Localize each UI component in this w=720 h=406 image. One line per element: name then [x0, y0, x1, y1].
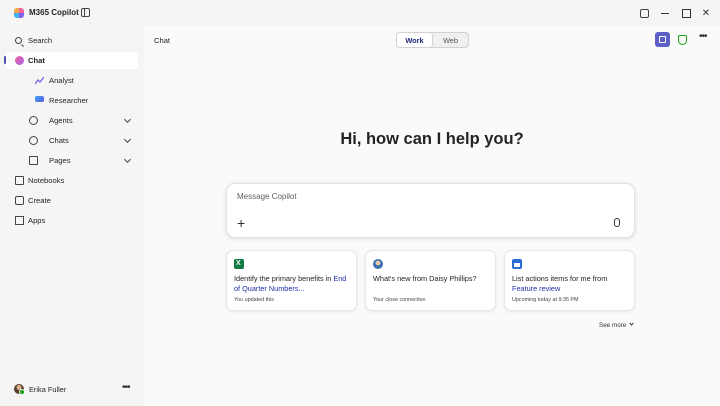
person-icon: [373, 259, 383, 269]
chat-icon: [15, 56, 24, 65]
sidebar-item-label: Search: [28, 36, 53, 45]
apps-icon: [15, 216, 24, 225]
card-context: Your close connection: [373, 297, 426, 303]
sidebar-item-label: Pages: [49, 156, 71, 165]
sidebar-item-create[interactable]: Create: [6, 192, 138, 209]
notebook-icon: [15, 176, 24, 185]
new-chat-button[interactable]: [655, 32, 670, 47]
sidebar-item-researcher[interactable]: Researcher: [6, 92, 138, 109]
minimize-icon[interactable]: [658, 6, 672, 20]
analyst-icon: [34, 76, 45, 85]
sidebar-toggle-icon[interactable]: [81, 8, 90, 17]
sidebar-item-label: Chat: [28, 56, 45, 65]
add-icon[interactable]: +: [237, 216, 245, 230]
app-title: M365 Copilot: [29, 8, 79, 17]
microphone-icon[interactable]: [614, 218, 620, 227]
avatar[interactable]: [14, 384, 25, 395]
compose-icon: [659, 36, 666, 43]
message-composer: +: [226, 183, 635, 238]
excel-icon: [234, 259, 244, 269]
chevron-down-icon[interactable]: [123, 135, 132, 144]
greeting-heading: Hi, how can I help you?: [340, 130, 524, 148]
sidebar-item-search[interactable]: Search: [6, 32, 138, 49]
calendar-icon: [512, 259, 522, 269]
work-web-toggle: Work Web: [396, 32, 469, 48]
card-context: Upcoming today at 9:35 PM: [512, 297, 579, 303]
card-prompt-text: List actions items for me from: [512, 274, 608, 283]
sidebar-item-notebooks[interactable]: Notebooks: [6, 172, 138, 189]
pages-icon: [29, 156, 38, 165]
more-options-icon[interactable]: •••: [122, 382, 130, 393]
sidebar: Search Chat Analyst Researcher Agents Ch…: [0, 26, 144, 406]
card-prompt: List actions items for me from Feature r…: [512, 274, 632, 294]
sidebar-item-label: Notebooks: [28, 176, 65, 185]
sidebar-item-label: Apps: [28, 216, 46, 225]
see-more-button[interactable]: See more: [599, 321, 634, 329]
maximize-icon[interactable]: [679, 6, 693, 20]
sidebar-item-label: Agents: [49, 116, 73, 125]
message-input[interactable]: [237, 192, 597, 201]
sidebar-item-chats[interactable]: Chats: [6, 132, 138, 149]
chevron-down-icon: [629, 321, 634, 326]
agents-icon: [29, 116, 38, 125]
card-file-link[interactable]: Feature review: [512, 284, 560, 293]
card-prompt-text: What's new from Daisy Phillips?: [373, 274, 477, 283]
main-content: Chat Work Web ••• Hi, how can I help you…: [144, 26, 720, 406]
copilot-logo-icon: [14, 8, 24, 18]
sidebar-item-apps[interactable]: Apps: [6, 212, 138, 229]
history-icon: [29, 136, 38, 145]
shield-icon[interactable]: [678, 35, 687, 45]
sidebar-item-label: Analyst: [49, 76, 74, 85]
suggestion-card[interactable]: List actions items for me from Feature r…: [504, 250, 635, 311]
close-icon[interactable]: ✕: [699, 6, 713, 20]
see-more-label: See more: [599, 322, 627, 329]
sidebar-item-pages[interactable]: Pages: [6, 152, 138, 169]
create-icon: [15, 196, 24, 205]
more-options-icon[interactable]: •••: [699, 31, 707, 42]
card-prompt: What's new from Daisy Phillips?: [373, 274, 493, 284]
suggestion-card[interactable]: Identify the primary benefits in End of …: [226, 250, 357, 311]
sidebar-item-label: Chats: [49, 136, 69, 145]
sidebar-item-label: Create: [28, 196, 51, 205]
chevron-down-icon[interactable]: [123, 155, 132, 164]
sidebar-item-analyst[interactable]: Analyst: [6, 72, 138, 89]
title-bar: M365 Copilot ✕: [0, 0, 720, 26]
card-prompt-text: Identify the primary benefits in: [234, 274, 334, 283]
chevron-down-icon[interactable]: [123, 115, 132, 124]
toggle-work[interactable]: Work: [397, 33, 433, 47]
card-context: You updated this: [234, 297, 274, 303]
sidebar-item-agents[interactable]: Agents: [6, 112, 138, 129]
toggle-web[interactable]: Web: [433, 33, 468, 47]
card-prompt: Identify the primary benefits in End of …: [234, 274, 354, 294]
sidebar-item-chat[interactable]: Chat: [6, 52, 138, 69]
researcher-icon: [35, 96, 44, 102]
user-name: Erika Fuller: [29, 385, 67, 394]
search-icon: [15, 37, 22, 44]
user-profile[interactable]: Erika Fuller •••: [14, 382, 134, 396]
suggestion-card[interactable]: What's new from Daisy Phillips? Your clo…: [365, 250, 496, 311]
picture-in-picture-icon[interactable]: [640, 9, 649, 18]
page-title: Chat: [154, 36, 171, 45]
sidebar-item-label: Researcher: [49, 96, 89, 105]
